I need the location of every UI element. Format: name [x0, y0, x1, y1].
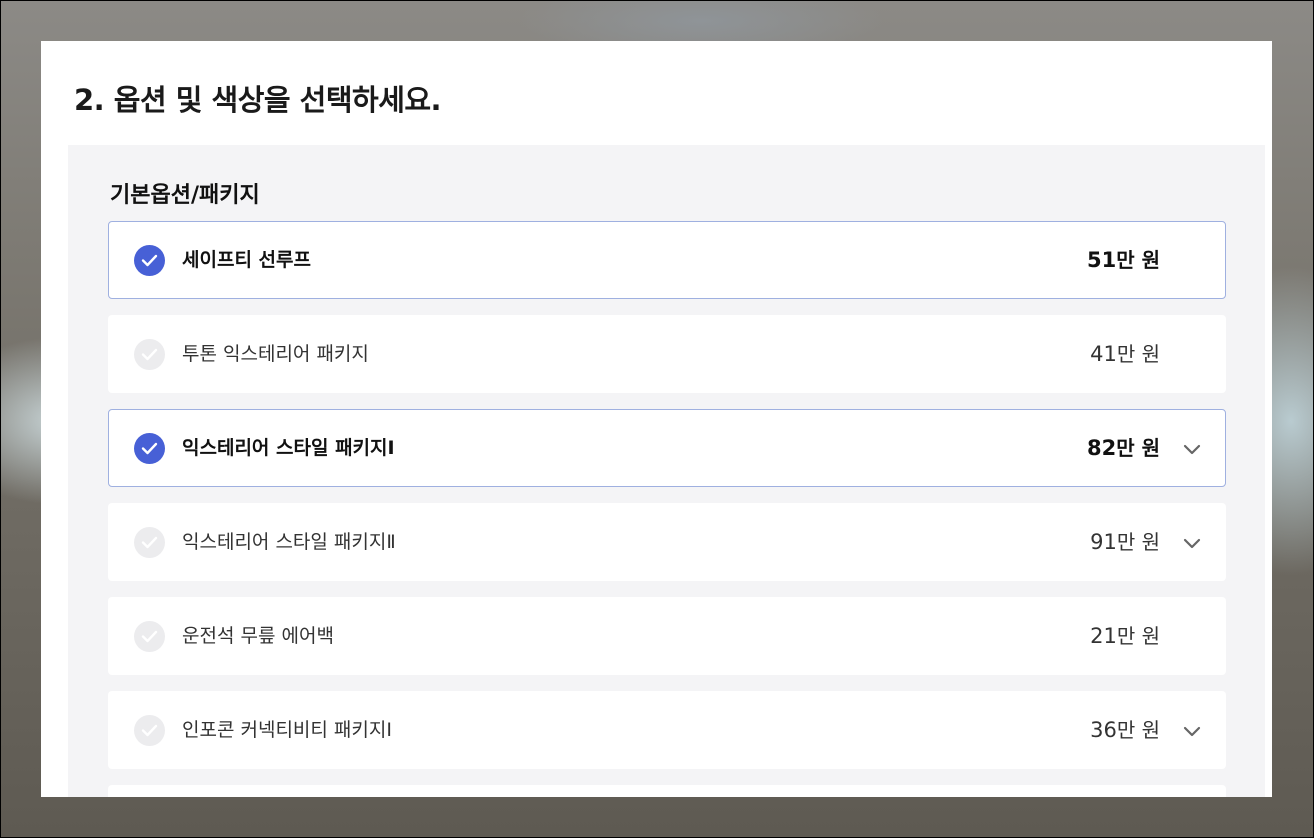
check-icon[interactable] [134, 715, 165, 746]
chevron-down-icon[interactable] [1181, 438, 1203, 460]
option-name: 익스테리어 스타일 패키지Ⅱ [182, 531, 396, 553]
price-unit: 만 원 [1116, 342, 1160, 366]
option-price: 91만 원 [1090, 504, 1160, 580]
price-number: 21 [1090, 624, 1117, 648]
option-item[interactable]: 인포콘 커넥티비티 패키지Ⅰ 36만 원 [108, 691, 1226, 769]
chevron-down-icon[interactable] [1181, 720, 1203, 742]
option-item[interactable]: 익스테리어 스타일 패키지Ⅰ 82만 원 [108, 409, 1226, 487]
price-unit: 만 원 [1116, 530, 1160, 554]
price-unit: 만 원 [1116, 624, 1160, 648]
check-icon[interactable] [134, 621, 165, 652]
option-price: 51만 원 [1087, 222, 1160, 298]
option-item-partial[interactable] [108, 785, 1226, 797]
price-unit: 만 원 [1116, 248, 1160, 272]
option-name: 투톤 익스테리어 패키지 [182, 343, 369, 365]
option-name: 세이프티 선루프 [182, 249, 311, 271]
check-icon[interactable] [134, 339, 165, 370]
check-icon[interactable] [134, 245, 165, 276]
option-name: 익스테리어 스타일 패키지Ⅰ [182, 437, 395, 459]
section-title: 기본옵션/패키지 [110, 183, 260, 208]
option-item[interactable]: 운전석 무릎 에어백 21만 원 [108, 597, 1226, 675]
option-price: 41만 원 [1090, 316, 1160, 392]
option-list: 세이프티 선루프 51만 원 투톤 익스테리어 패키지 41만 원 익스테리어 … [108, 221, 1226, 797]
chevron-down-icon[interactable] [1181, 532, 1203, 554]
price-number: 41 [1090, 342, 1117, 366]
option-item[interactable]: 익스테리어 스타일 패키지Ⅱ 91만 원 [108, 503, 1226, 581]
options-card: 2. 옵션 및 색상을 선택하세요. 기본옵션/패키지 세이프티 선루프 51만… [41, 41, 1272, 797]
option-price: 36만 원 [1090, 692, 1160, 768]
price-number: 82 [1087, 436, 1117, 460]
price-number: 91 [1090, 530, 1117, 554]
option-price: 82만 원 [1087, 410, 1160, 486]
option-item[interactable]: 세이프티 선루프 51만 원 [108, 221, 1226, 299]
option-name: 인포콘 커넥티비티 패키지Ⅰ [182, 719, 392, 741]
price-number: 36 [1090, 718, 1117, 742]
option-name: 운전석 무릎 에어백 [182, 625, 334, 647]
check-icon[interactable] [134, 433, 165, 464]
price-unit: 만 원 [1116, 436, 1160, 460]
price-unit: 만 원 [1116, 718, 1160, 742]
options-panel: 기본옵션/패키지 세이프티 선루프 51만 원 투톤 익스테리어 패키지 41만… [68, 145, 1265, 797]
option-item[interactable]: 투톤 익스테리어 패키지 41만 원 [108, 315, 1226, 393]
option-price: 21만 원 [1090, 598, 1160, 674]
price-number: 51 [1087, 248, 1117, 272]
check-icon[interactable] [134, 527, 165, 558]
page-title: 2. 옵션 및 색상을 선택하세요. [74, 83, 442, 117]
